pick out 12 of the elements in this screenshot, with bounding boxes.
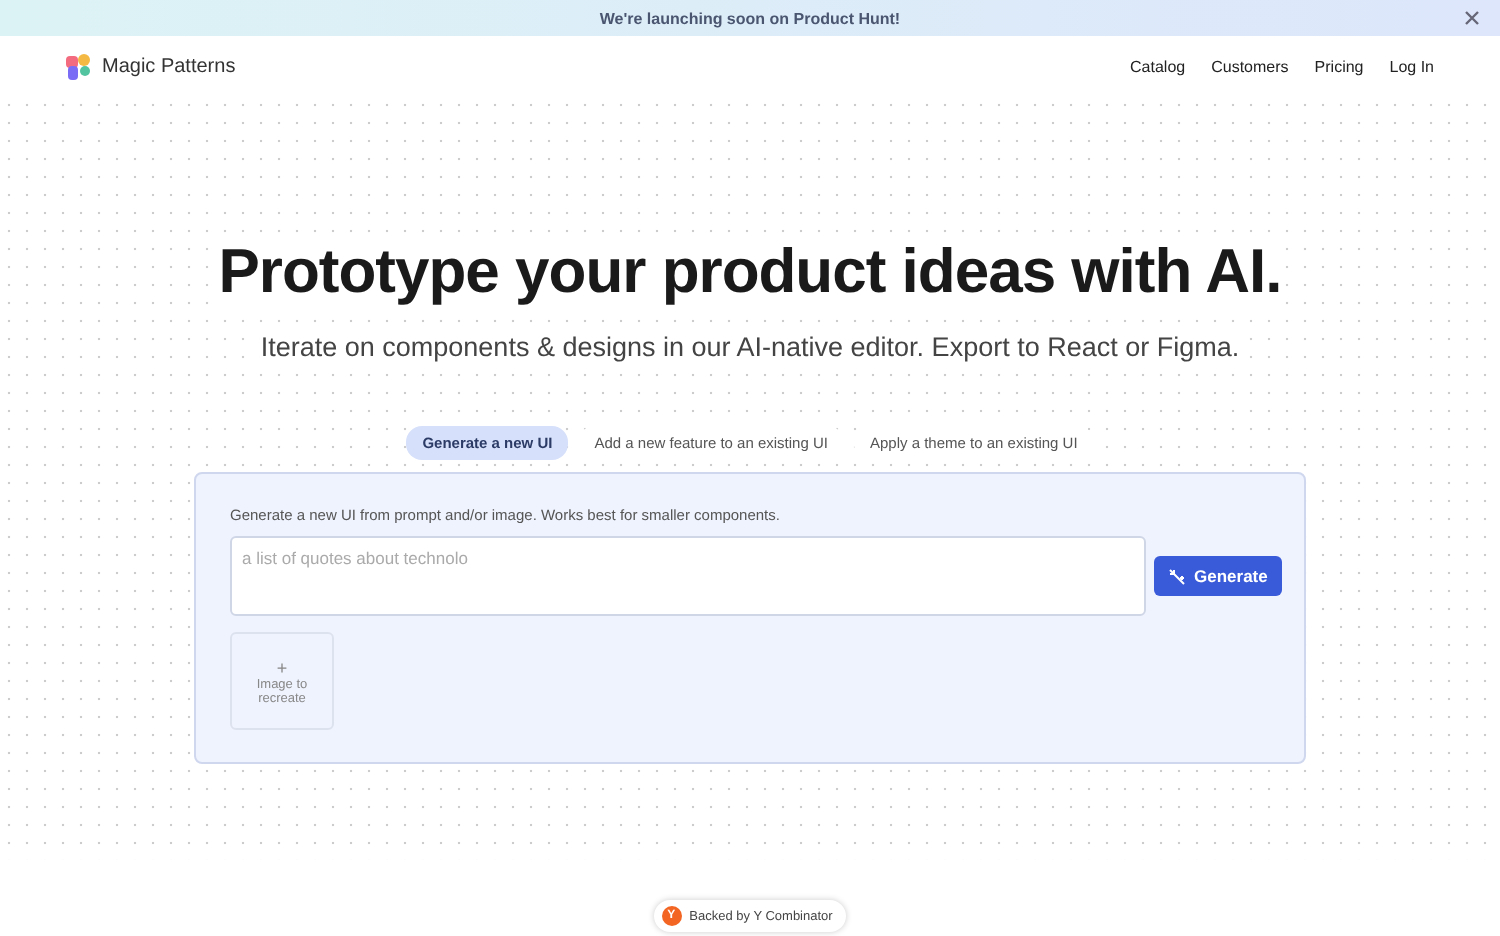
close-icon[interactable] [1464,10,1480,26]
generate-button[interactable]: Generate [1154,556,1282,596]
nav-link[interactable]: Customers [1211,57,1289,75]
plus-sign: + [276,657,288,677]
logo-icon[interactable] [66,53,92,79]
nav-link[interactable]: Catalog [1130,57,1186,75]
nav-link[interactable]: Pricing [1314,57,1364,75]
announcement-text: We're launching soon on Product Hunt! [599,9,901,27]
hero-subtitle: Iterate on components & designs in our AI-native editor. Export to React or Figma. [260,332,1240,362]
nav-link[interactable]: Log In [1389,57,1434,75]
brand-name[interactable]: Magic Patterns [102,55,236,77]
prompt-field[interactable]: a list of quotes about technolo [230,536,1146,616]
